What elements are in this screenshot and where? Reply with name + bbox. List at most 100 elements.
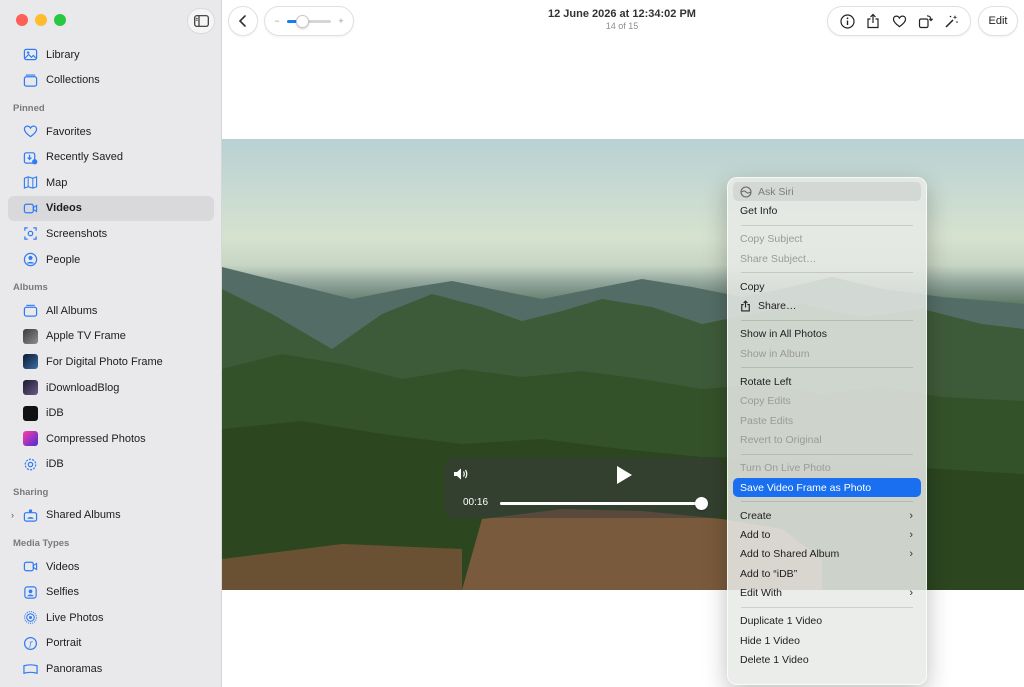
sidebar-item-panoramas[interactable]: Panoramas <box>8 656 214 682</box>
heart-icon <box>22 124 38 140</box>
sidebar-item-label: Portrait <box>46 637 82 650</box>
sidebar-item-label: Library <box>46 48 80 61</box>
menu-item-delete[interactable]: Delete 1 Video <box>733 650 921 669</box>
sidebar-item-label: Panoramas <box>46 663 103 676</box>
menu-item-show-in-all-photos[interactable]: Show in All Photos <box>733 325 921 344</box>
sidebar-toggle-button[interactable] <box>187 8 215 34</box>
edit-button[interactable]: Edit <box>978 6 1018 36</box>
photo-position-subtitle: 14 of 15 <box>605 21 639 31</box>
share-button[interactable] <box>862 10 884 32</box>
menu-item-add-to-idb[interactable]: Add to “iDB” <box>733 564 921 583</box>
menu-item-show-in-album: Show in Album <box>740 347 810 360</box>
menu-separator <box>741 606 913 608</box>
back-button[interactable] <box>228 6 258 36</box>
video-scrubber-knob[interactable] <box>694 497 708 510</box>
sidebar-item-idb-smart-album[interactable]: iDB <box>8 452 214 478</box>
sidebar-item-videos[interactable]: Videos <box>8 195 214 222</box>
person-icon <box>22 252 38 268</box>
chevron-right-icon: › <box>909 509 913 522</box>
menu-item-add-to-shared-album[interactable]: Add to Shared Album › <box>733 545 921 564</box>
album-thumbnail-icon <box>22 328 38 344</box>
sidebar-item-recently-saved[interactable]: Recently Saved <box>8 144 214 170</box>
sidebar-item-label: Videos <box>46 202 82 215</box>
siri-icon <box>740 186 752 198</box>
section-header-albums: Albums <box>13 281 48 293</box>
menu-separator <box>741 272 913 274</box>
menu-item-copy-edits: Copy Edits <box>740 395 791 408</box>
sidebar-item-library[interactable]: Library <box>8 42 214 68</box>
zoom-out-button[interactable]: − <box>273 16 281 26</box>
shared-albums-icon <box>22 507 38 523</box>
menu-item-ask-siri[interactable]: Ask Siri <box>733 182 921 202</box>
sidebar-item-all-albums[interactable]: All Albums <box>8 298 214 324</box>
chevron-right-icon: › <box>909 586 913 599</box>
info-button[interactable] <box>836 10 858 32</box>
sidebar-item-portrait[interactable]: f Portrait <box>8 631 214 657</box>
sidebar-item-favorites[interactable]: Favorites <box>8 119 214 145</box>
menu-item-label: Ask Siri <box>758 185 794 198</box>
sidebar-item-label: Selfies <box>46 586 80 599</box>
menu-item-paste-edits: Paste Edits <box>740 414 794 427</box>
toolbar-title: 12 June 2026 at 12:34:02 PM 14 of 15 <box>522 8 722 31</box>
menu-item-add-to[interactable]: Add to › <box>733 525 921 544</box>
play-button[interactable] <box>614 464 634 486</box>
sidebar-item-selfies[interactable]: Selfies <box>8 579 214 605</box>
menu-item-create[interactable]: Create › <box>733 506 921 525</box>
sidebar-item-label: Recently Saved <box>46 151 124 164</box>
sidebar-item-label: Screenshots <box>46 227 108 240</box>
share-icon <box>867 13 879 29</box>
sidebar-item-apple-tv-frame[interactable]: Apple TV Frame <box>8 324 214 350</box>
context-menu: Ask Siri Get Info Copy Subject Share Sub… <box>727 177 927 685</box>
volume-icon[interactable] <box>453 467 469 481</box>
sidebar-item-label: People <box>46 253 81 266</box>
chevron-right-icon: › <box>909 529 913 542</box>
menu-item-share[interactable]: Share… <box>733 296 921 315</box>
sidebar-item-label: Collections <box>46 74 100 87</box>
rotate-icon <box>918 14 933 28</box>
zoom-slider-knob[interactable] <box>296 14 310 28</box>
sidebar-item-collections[interactable]: Collections <box>8 68 214 94</box>
sidebar-item-screenshots[interactable]: Screenshots <box>8 221 214 247</box>
minimize-window-button[interactable] <box>35 14 47 26</box>
zoom-window-button[interactable] <box>54 14 66 26</box>
sidebar-item-digital-photo-frame[interactable]: For Digital Photo Frame <box>8 349 214 375</box>
menu-item-label: Add to Shared Album <box>740 548 840 561</box>
sidebar-item-shared-albums[interactable]: › Shared Albums <box>8 503 214 529</box>
sidebar-item-idb-album[interactable]: iDB <box>8 400 214 426</box>
rotate-button[interactable] <box>914 10 936 32</box>
menu-item-edit-with[interactable]: Edit With › <box>733 583 921 602</box>
sidebar-item-live-photos[interactable]: Live Photos <box>8 605 214 631</box>
album-thumbnail-icon <box>22 380 38 396</box>
portrait-icon: f <box>22 635 38 651</box>
sidebar-item-label: Videos <box>46 560 80 573</box>
zoom-slider[interactable] <box>287 14 331 28</box>
album-thumbnail-icon <box>22 354 38 370</box>
video-scrubber-fill <box>500 502 702 505</box>
sidebar-item-media-videos[interactable]: Videos <box>8 554 214 580</box>
chevron-right-icon[interactable]: › <box>11 510 14 520</box>
chevron-right-icon: › <box>909 548 913 561</box>
close-window-button[interactable] <box>16 14 28 26</box>
menu-item-duplicate[interactable]: Duplicate 1 Video <box>733 612 921 631</box>
sidebar-item-people[interactable]: People <box>8 247 214 273</box>
menu-item-label: Share… <box>758 300 797 313</box>
menu-separator <box>741 367 913 369</box>
sidebar-item-label: Shared Albums <box>46 509 121 522</box>
menu-item-rotate-left[interactable]: Rotate Left <box>733 372 921 391</box>
share-icon <box>740 300 752 312</box>
video-scrubber[interactable] <box>500 497 708 510</box>
section-header-media-types: Media Types <box>13 537 70 549</box>
enhance-button[interactable] <box>940 10 962 32</box>
menu-item-save-video-frame[interactable]: Save Video Frame as Photo <box>733 477 921 498</box>
favorite-button[interactable] <box>888 10 910 32</box>
sidebar-list: Library Collections Pinned Favorites Rec… <box>8 42 214 682</box>
sidebar-item-map[interactable]: Map <box>8 170 214 196</box>
library-icon <box>22 47 38 63</box>
zoom-in-button[interactable]: + <box>337 16 345 26</box>
sidebar-item-idownloadblog[interactable]: iDownloadBlog <box>8 375 214 401</box>
sidebar-item-compressed-photos[interactable]: Compressed Photos <box>8 426 214 452</box>
menu-item-copy[interactable]: Copy <box>733 277 921 296</box>
sidebar: Library Collections Pinned Favorites Rec… <box>0 0 222 687</box>
menu-item-get-info[interactable]: Get Info <box>733 201 921 220</box>
menu-item-hide[interactable]: Hide 1 Video <box>733 631 921 650</box>
